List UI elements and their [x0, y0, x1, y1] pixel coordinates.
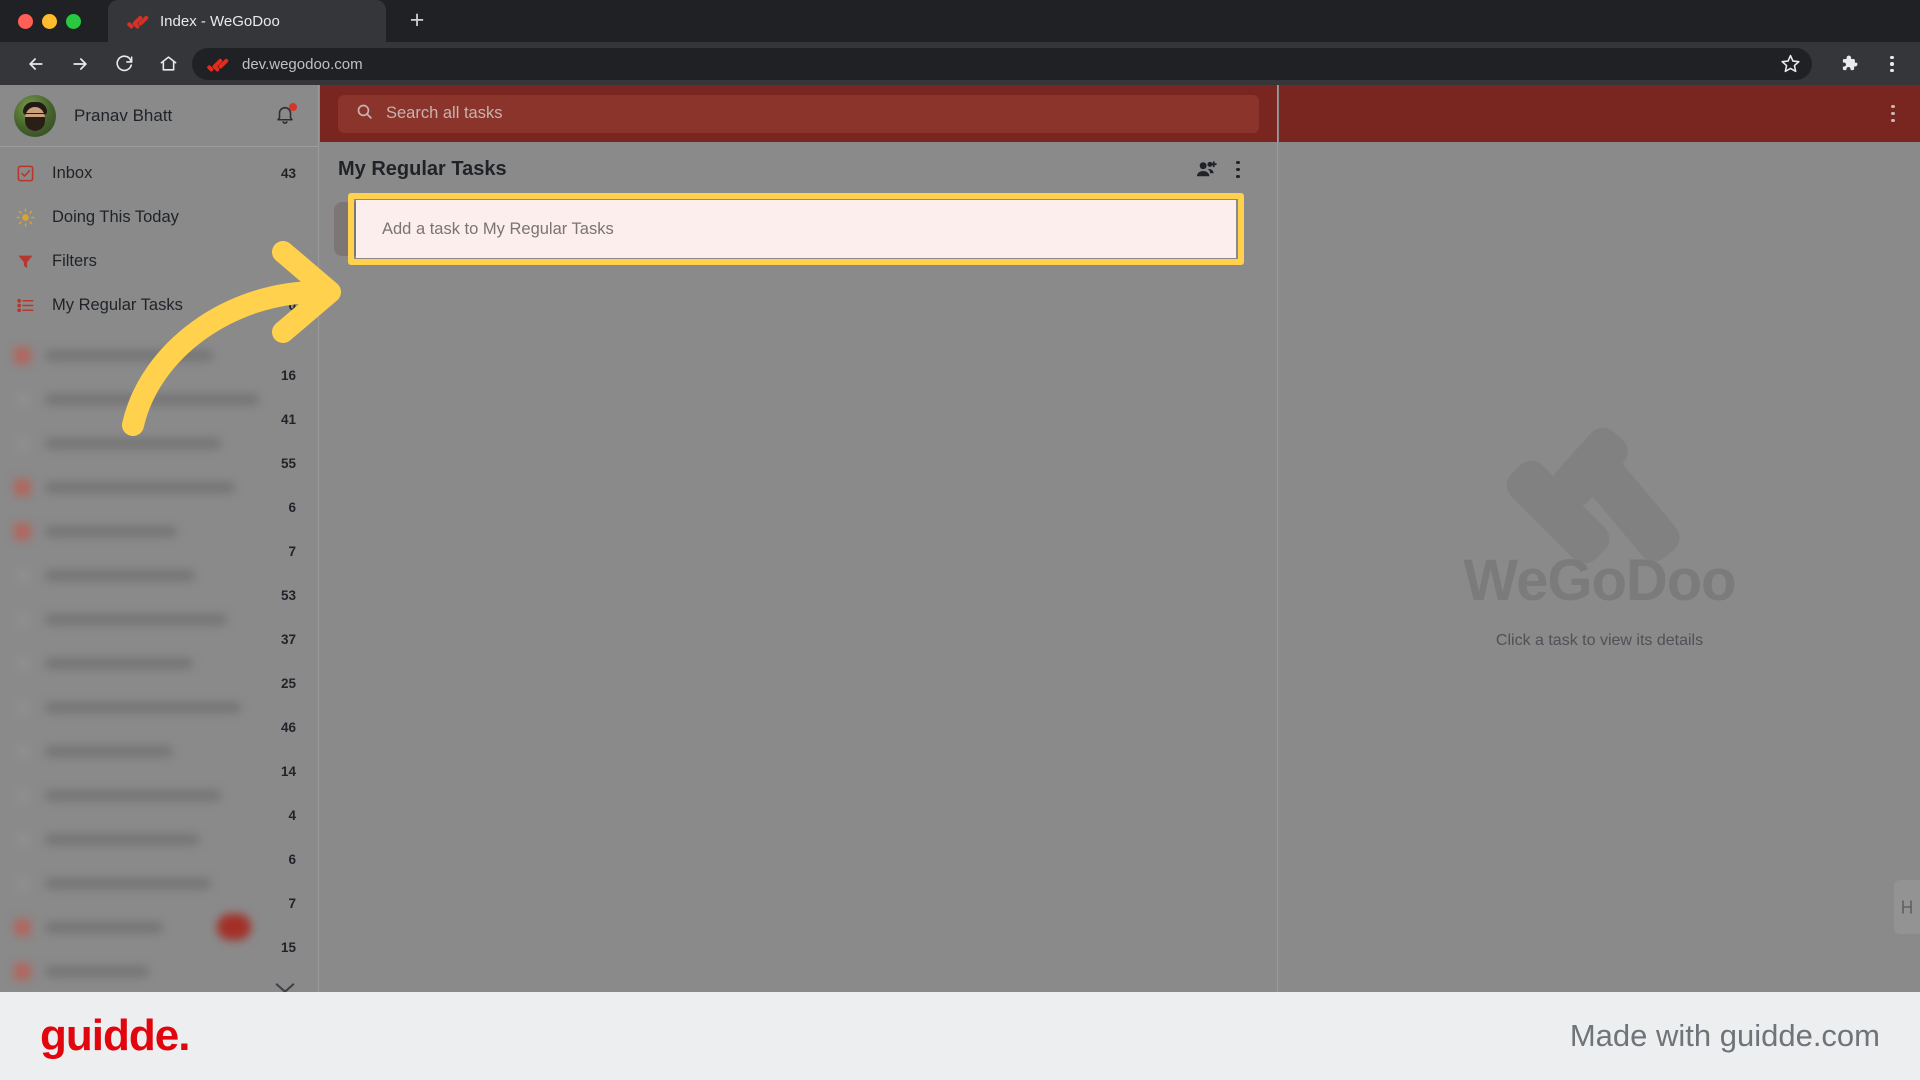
- sidebar-item-count: 53: [280, 587, 296, 603]
- empty-state-message: Click a task to view its details: [1495, 632, 1704, 649]
- sidebar: Pranav Bhatt Inbox 43 Doing This Today F…: [0, 85, 319, 992]
- sidebar-item-count: 6: [288, 499, 296, 515]
- sidebar-item-count: 55: [280, 455, 296, 471]
- redacted-project-counts: 16 41 55 6 7 53 37 25 46 14 4 6 7 15: [228, 353, 318, 992]
- close-window-button[interactable]: [18, 13, 33, 29]
- add-task-placeholder: Add a task to My Regular Tasks: [382, 219, 614, 238]
- app-top-bar: Search all tasks: [320, 85, 1277, 142]
- browser-toolbar: dev.wegodoo.com: [0, 42, 1920, 85]
- inbox-checkbox-icon: [14, 162, 36, 184]
- sidebar-project-list: 16 41 55 6 7 53 37 25 46 14 4 6 7 15: [0, 333, 318, 992]
- made-with-label: Made with guidde.com: [1569, 1018, 1880, 1053]
- minimize-window-button[interactable]: [42, 13, 57, 29]
- sidebar-item-count: 6: [288, 851, 296, 867]
- add-task-row: Add a task to My Regular Tasks: [334, 193, 1255, 265]
- star-icon[interactable]: [1780, 53, 1802, 75]
- sidebar-item-count: 7: [288, 895, 296, 911]
- page-title: My Regular Tasks: [338, 158, 507, 180]
- sidebar-item-count: 43: [280, 165, 296, 181]
- tab-strip: Index - WeGoDoo +: [0, 0, 1920, 42]
- window-controls[interactable]: [18, 5, 104, 37]
- maximize-window-button[interactable]: [66, 13, 81, 29]
- sidebar-item-doing-this-today[interactable]: Doing This Today: [0, 195, 318, 239]
- browser-tab[interactable]: Index - WeGoDoo: [108, 0, 386, 42]
- sidebar-item-count: 14: [280, 763, 296, 779]
- home-icon[interactable]: [150, 46, 186, 82]
- sidebar-item-count: 16: [280, 367, 296, 383]
- sidebar-expand-button[interactable]: [228, 969, 318, 992]
- user-profile-row[interactable]: Pranav Bhatt: [0, 85, 318, 147]
- browser-tab-title: Index - WeGoDoo: [160, 12, 280, 30]
- sidebar-item-label: Inbox: [52, 163, 93, 182]
- list-icon: [14, 294, 36, 316]
- sidebar-item-count: 15: [280, 939, 296, 955]
- forward-arrow-icon[interactable]: [62, 46, 98, 82]
- sun-icon: [14, 206, 36, 228]
- puzzle-icon[interactable]: [1838, 53, 1860, 75]
- funnel-icon: [14, 250, 36, 272]
- sidebar-item-label: My Regular Tasks: [52, 295, 183, 314]
- detail-panel: WeGoDoo Click a task to view its details: [1279, 85, 1920, 992]
- sidebar-item-count: 37: [280, 631, 296, 647]
- new-tab-button[interactable]: +: [400, 4, 434, 38]
- browser-chrome: Index - WeGoDoo + dev.wegodoo.com: [0, 0, 1920, 85]
- three-dot-menu-icon: [1229, 159, 1247, 181]
- search-icon: [356, 103, 373, 125]
- list-more-button[interactable]: [1225, 157, 1251, 183]
- wegodoo-app: Pranav Bhatt Inbox 43 Doing This Today F…: [0, 85, 1920, 992]
- search-input[interactable]: Search all tasks: [338, 94, 1259, 133]
- sidebar-item-count: 41: [280, 411, 296, 427]
- sidebar-item-label: Doing This Today: [52, 207, 179, 226]
- reload-icon[interactable]: [106, 46, 142, 82]
- notification-bell-icon[interactable]: [274, 102, 297, 128]
- search-placeholder: Search all tasks: [386, 104, 503, 122]
- three-dot-menu-icon[interactable]: [1884, 103, 1902, 125]
- sidebar-item-label: Filters: [52, 251, 97, 270]
- panel-toggle-icon[interactable]: [1894, 880, 1920, 934]
- user-name: Pranav Bhatt: [74, 105, 173, 125]
- sidebar-item-inbox[interactable]: Inbox 43: [0, 151, 318, 195]
- screenshot-root: Index - WeGoDoo + dev.wegodoo.com Pranav…: [0, 0, 1920, 1080]
- avatar[interactable]: [14, 94, 56, 137]
- empty-state: WeGoDoo Click a task to view its details: [1279, 421, 1920, 650]
- sidebar-item-count: 7: [288, 543, 296, 559]
- sidebar-nav-list: Inbox 43 Doing This Today Filters My Reg…: [0, 147, 318, 327]
- sidebar-item-count: 25: [280, 675, 296, 691]
- guidde-logo: guidde.: [40, 1011, 190, 1060]
- notification-dot: [289, 102, 297, 111]
- guidde-footer: guidde. Made with guidde.com: [0, 992, 1920, 1080]
- sidebar-item-count: 0: [288, 297, 296, 313]
- address-bar-url: dev.wegodoo.com: [242, 55, 363, 73]
- sidebar-item-count: 4: [288, 807, 296, 823]
- task-list-column: Search all tasks My Regular Tasks Add a …: [320, 85, 1278, 992]
- wegodoo-favicon-icon: [206, 56, 230, 72]
- wegodoo-favicon-icon: [126, 13, 149, 29]
- three-dot-menu-icon[interactable]: [1882, 52, 1902, 76]
- add-task-input[interactable]: Add a task to My Regular Tasks: [356, 200, 1236, 258]
- sidebar-item-filters[interactable]: Filters: [0, 239, 318, 283]
- detail-top-bar: [1279, 85, 1920, 142]
- address-bar[interactable]: dev.wegodoo.com: [192, 48, 1812, 80]
- sidebar-item-my-regular-tasks[interactable]: My Regular Tasks 0: [0, 283, 318, 327]
- wegodoo-watermark-icon: [1499, 421, 1700, 570]
- sidebar-item-count: 46: [280, 719, 296, 735]
- back-arrow-icon[interactable]: [18, 46, 54, 82]
- list-header: My Regular Tasks: [320, 142, 1277, 197]
- watermark-logo-text: WeGoDoo: [1463, 548, 1736, 613]
- chevron-down-icon: [274, 981, 296, 992]
- add-people-icon[interactable]: [1193, 157, 1219, 183]
